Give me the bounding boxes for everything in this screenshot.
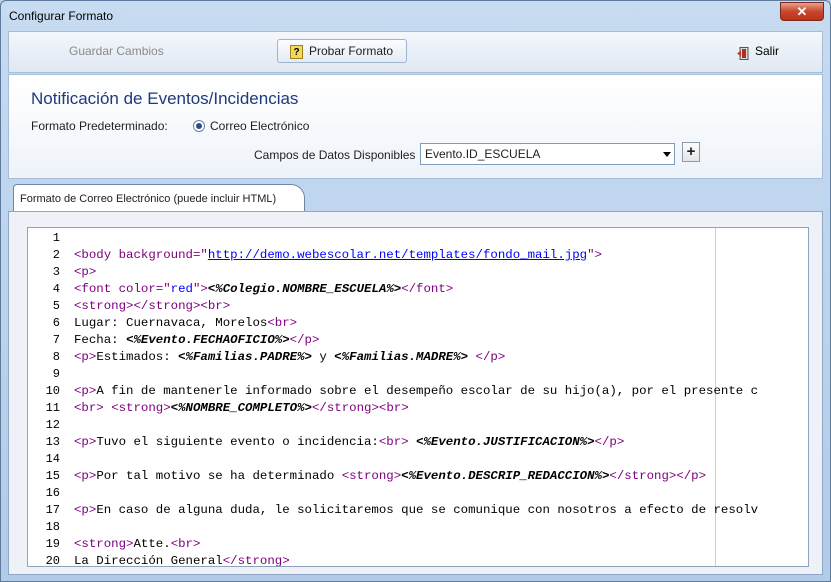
settings-panel: Notificación de Eventos/Incidencias Form… [8,74,823,179]
code-editor[interactable]: 1 2 <body background="http://demo.webescol… [27,227,809,567]
line-number: 3 [52,265,60,279]
line-text: La Dirección General</strong> [74,554,290,567]
exit-label: Salir [755,44,780,58]
configurar-formato-window: Configurar Formato ✕ Guardar Cambios ? Pr… [0,0,831,582]
add-field-button[interactable]: + [682,142,700,162]
email-format-radio-label[interactable]: Correo Electrónico [210,119,309,133]
line-text: <p>En caso de alguna duda, le solicitare… [74,503,759,517]
line-text: Fecha: <%Evento.FECHAOFICIO%></p> [74,333,320,347]
available-fields-label: Campos de Datos Disponibles [254,148,416,162]
exit-button[interactable]: Salir [737,40,779,64]
line-number: 4 [52,282,60,296]
default-format-label: Formato Predeterminado: [31,119,168,133]
line-text: <strong>Atte.<br> [74,537,201,551]
line-number: 13 [45,435,60,449]
line-text: <p>A fin de mantenerle informado sobre e… [74,384,759,398]
help-icon: ? [290,44,303,59]
line-number: 18 [45,520,60,534]
line-number: 10 [45,384,60,398]
line-number: 16 [45,486,60,500]
window-title: Configurar Formato [9,9,114,23]
tab-email-format[interactable]: Formato de Correo Electrónico (puede inc… [13,184,306,212]
line-number: 14 [45,452,60,466]
tab-content: 1 2 <body background="http://demo.webescol… [8,211,823,575]
save-changes-label: Guardar Cambios [69,44,164,58]
line-text: <font color="red"><%Colegio.NOMBRE_ESCUE… [74,282,454,296]
line-number: 20 [45,554,60,567]
close-button[interactable]: ✕ [780,2,824,21]
line-text: <p>Por tal motivo se ha determinado <str… [74,469,707,483]
line-number: 1 [52,231,60,245]
line-number: 7 [52,333,60,347]
chevron-down-icon[interactable] [663,152,671,157]
available-fields-value: Evento.ID_ESCUELA [425,147,541,161]
exit-door-icon [737,45,749,61]
email-format-radio[interactable] [193,120,205,132]
line-text: <p> [74,265,97,279]
line-number: 6 [52,316,60,330]
line-number: 19 [45,537,60,551]
toolbar: Guardar Cambios ? Probar Formato Salir [8,31,823,73]
available-fields-select[interactable]: Evento.ID_ESCUELA [420,143,675,165]
line-number: 9 [52,367,60,381]
line-text: Lugar: Cuernavaca, Morelos<br> [74,316,298,330]
line-number: 2 [52,248,60,262]
line-number: 12 [45,418,60,432]
line-text: <strong></strong><br> [74,299,231,313]
test-format-button[interactable]: ? Probar Formato [277,39,407,63]
line-number: 15 [45,469,60,483]
line-number: 17 [45,503,60,517]
line-number: 5 [52,299,60,313]
page-title: Notificación de Eventos/Incidencias [31,89,299,108]
line-text: <br> <strong><%NOMBRE_COMPLETO%></strong… [74,401,409,415]
line-text: <p>Estimados: <%Familias.PADRE%> y <%Fam… [74,350,506,364]
save-changes-button[interactable]: Guardar Cambios [69,40,164,64]
line-number: 8 [52,350,60,364]
line-number: 11 [45,401,60,415]
tab-strip: Formato de Correo Electrónico (puede inc… [8,182,823,212]
line-text: <p>Tuvo el siguiente evento o incidencia… [74,435,625,449]
title-bar[interactable]: Configurar Formato ✕ [1,1,830,31]
test-format-label: Probar Formato [309,44,394,58]
line-text: <body background="http://demo.webescolar… [74,248,602,262]
